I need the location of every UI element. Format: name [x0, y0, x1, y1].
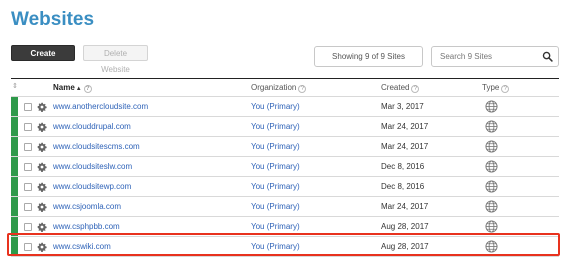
created-date: Aug 28, 2017 [381, 222, 429, 231]
globe-icon [485, 200, 498, 213]
column-header-organization-label: Organization [251, 83, 297, 92]
status-indicator [11, 177, 18, 196]
created-date: Mar 3, 2017 [381, 102, 424, 111]
search-placeholder: Search 9 Sites [440, 52, 493, 61]
table-bottom-border [11, 256, 559, 257]
search-icon[interactable] [542, 51, 553, 62]
status-indicator [11, 197, 18, 216]
organization-link[interactable]: You (Primary) [251, 222, 300, 231]
site-name-link[interactable]: www.anothercloudsite.com [53, 102, 148, 111]
globe-icon [485, 160, 498, 173]
search-input[interactable]: Search 9 Sites [431, 46, 559, 67]
table-row[interactable]: www.clouddrupal.com You (Primary) Mar 24, … [11, 116, 559, 136]
sort-toggle-icon[interactable]: ⇕ [12, 81, 18, 92]
site-name-link[interactable]: www.clouddrupal.com [53, 122, 131, 131]
site-name-link[interactable]: www.cloudsitescms.com [53, 142, 140, 151]
organization-link[interactable]: You (Primary) [251, 122, 300, 131]
globe-icon [485, 100, 498, 113]
table-row[interactable]: www.csjoomla.com You (Primary) Mar 24, 201… [11, 196, 559, 216]
column-header-name-label: Name [53, 83, 75, 92]
created-date: Mar 24, 2017 [381, 142, 429, 151]
site-name-link[interactable]: www.cloudsiteslw.com [53, 162, 132, 171]
row-checkbox[interactable] [24, 243, 32, 251]
row-checkbox[interactable] [24, 143, 32, 151]
created-date: Aug 28, 2017 [381, 242, 429, 251]
column-header-created-label: Created [381, 83, 410, 92]
table-row[interactable]: www.cloudsiteslw.com You (Primary) Dec 8, … [11, 156, 559, 176]
organization-link[interactable]: You (Primary) [251, 162, 300, 171]
row-checkbox[interactable] [24, 203, 32, 211]
gear-icon[interactable] [37, 202, 47, 212]
globe-icon [485, 180, 498, 193]
globe-icon [485, 240, 498, 253]
column-header-type[interactable]: Type? [482, 82, 510, 93]
table-header: ⇕ Name▲? Organization? Created? Type? [11, 79, 559, 96]
table-row[interactable]: www.anothercloudsite.com You (Primary) Mar… [11, 96, 559, 116]
site-name-link[interactable]: www.csjoomla.com [53, 202, 121, 211]
site-count-display: Showing 9 of 9 Sites [314, 46, 423, 67]
row-checkbox[interactable] [24, 223, 32, 231]
gear-icon[interactable] [37, 222, 47, 232]
help-icon[interactable]: ? [298, 85, 307, 93]
gear-icon[interactable] [37, 162, 47, 172]
gear-icon[interactable] [37, 102, 47, 112]
organization-link[interactable]: You (Primary) [251, 102, 300, 111]
table-row[interactable]: www.cloudsitewp.com You (Primary) Dec 8, 2… [11, 176, 559, 196]
gear-icon[interactable] [37, 122, 47, 132]
create-website-button[interactable]: Create Website [11, 45, 75, 74]
row-checkbox[interactable] [24, 183, 32, 191]
column-header-type-label: Type [482, 83, 500, 92]
created-date: Dec 8, 2016 [381, 182, 425, 191]
status-indicator [11, 157, 18, 176]
table-row[interactable]: www.cswiki.com You (Primary) Aug 28, 2017 [11, 236, 559, 256]
sort-ascending-icon: ▲ [75, 86, 82, 92]
status-indicator [11, 97, 18, 116]
help-icon[interactable]: ? [83, 85, 92, 93]
globe-icon [485, 120, 498, 133]
status-indicator [11, 237, 18, 256]
table-row[interactable]: www.cloudsitescms.com You (Primary) Mar 24… [11, 136, 559, 156]
column-header-name[interactable]: Name▲? [53, 82, 92, 95]
status-indicator [11, 117, 18, 136]
organization-link[interactable]: You (Primary) [251, 242, 300, 251]
created-date: Mar 24, 2017 [381, 122, 429, 131]
organization-link[interactable]: You (Primary) [251, 202, 300, 211]
organization-link[interactable]: You (Primary) [251, 182, 300, 191]
delete-website-button[interactable]: Delete Website [83, 45, 148, 74]
organization-link[interactable]: You (Primary) [251, 142, 300, 151]
status-indicator [11, 137, 18, 156]
created-date: Dec 8, 2016 [381, 162, 425, 171]
row-checkbox[interactable] [24, 163, 32, 171]
page-title: Websites [11, 9, 95, 30]
site-name-link[interactable]: www.cswiki.com [53, 242, 111, 251]
globe-icon [485, 220, 498, 233]
gear-icon[interactable] [37, 182, 47, 192]
site-name-link[interactable]: www.csphpbb.com [53, 222, 120, 231]
column-header-created[interactable]: Created? [381, 82, 420, 93]
globe-icon [485, 140, 498, 153]
site-name-link[interactable]: www.cloudsitewp.com [53, 182, 131, 191]
help-icon[interactable]: ? [501, 85, 510, 93]
created-date: Mar 24, 2017 [381, 202, 429, 211]
gear-icon[interactable] [37, 242, 47, 252]
table-row[interactable]: www.csphpbb.com You (Primary) Aug 28, 2017 [11, 216, 559, 236]
row-checkbox[interactable] [24, 123, 32, 131]
column-header-organization[interactable]: Organization? [251, 82, 307, 93]
status-indicator [11, 217, 18, 236]
gear-icon[interactable] [37, 142, 47, 152]
help-icon[interactable]: ? [411, 85, 420, 93]
row-checkbox[interactable] [24, 103, 32, 111]
